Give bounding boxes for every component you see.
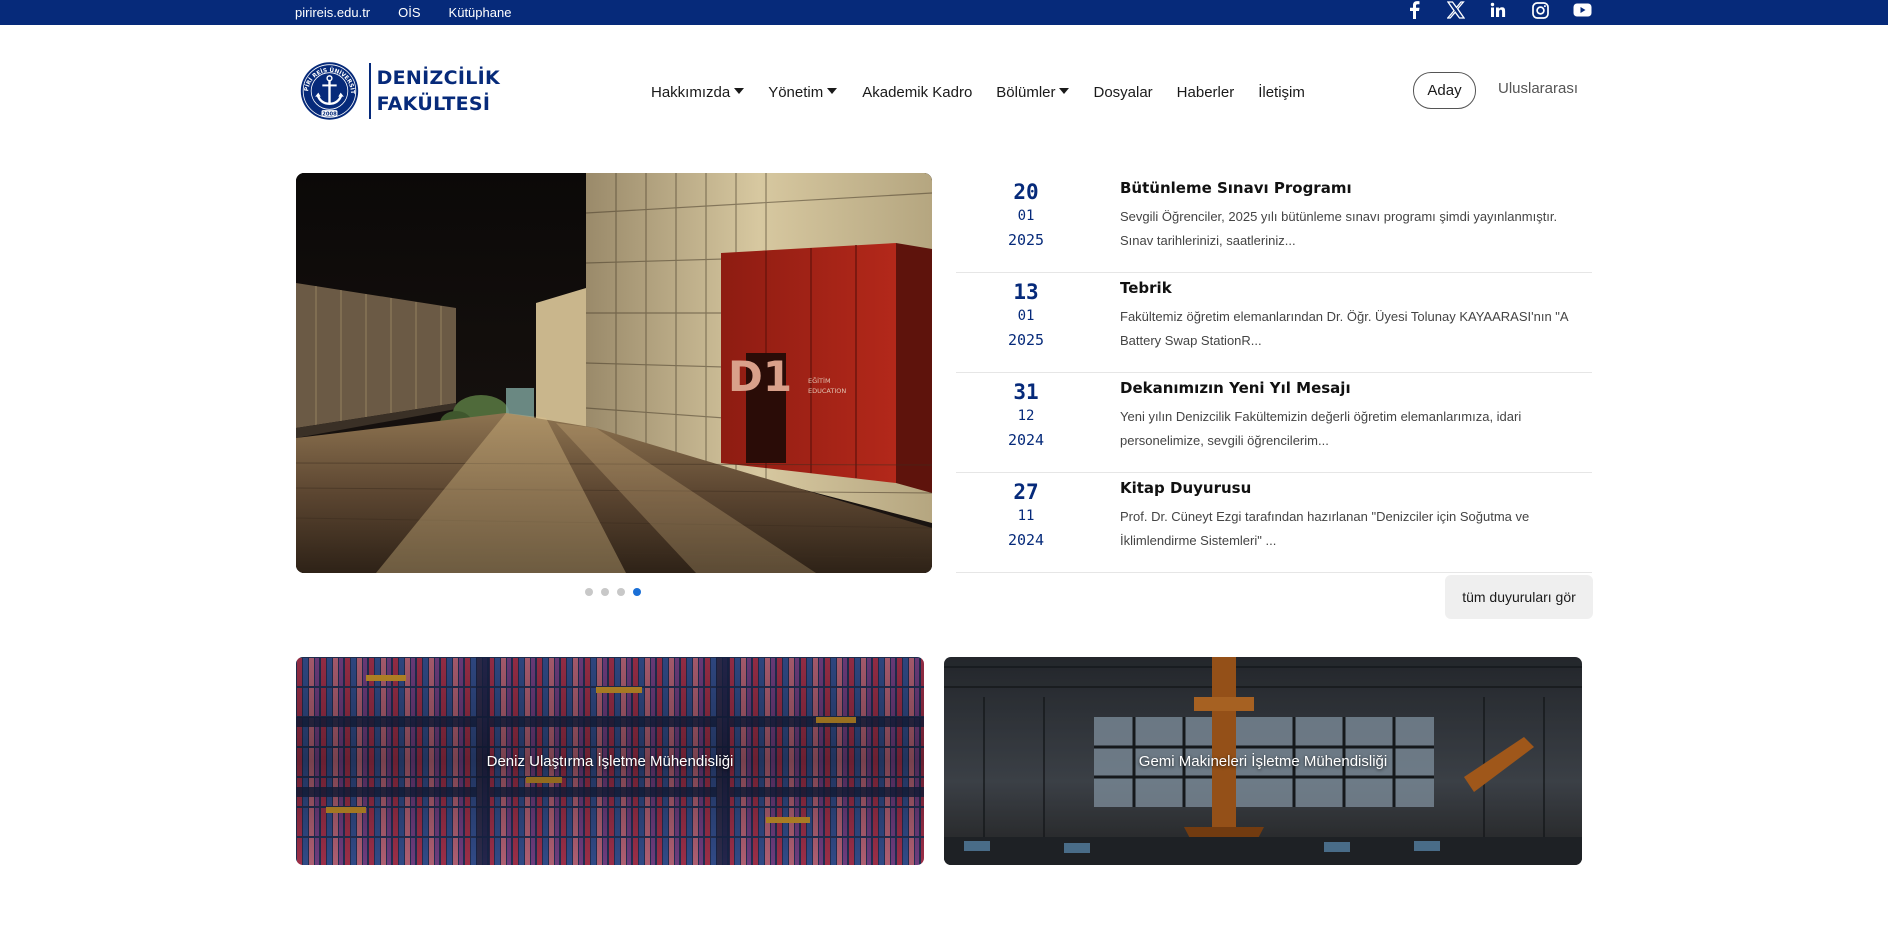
carousel-dot-1[interactable] <box>585 588 593 596</box>
news-day: 20 <box>1013 180 1039 204</box>
social-links <box>1403 0 1593 20</box>
program-title: Gemi Makineleri İşletme Mühendisliği <box>1138 753 1388 770</box>
news-day: 27 <box>1013 480 1039 504</box>
nav-item-bolumler[interactable]: Bölümler <box>996 84 1070 101</box>
news-date: 31 12 2024 <box>956 377 1096 472</box>
news-year: 2025 <box>1007 331 1045 349</box>
news-date: 13 01 2025 <box>956 277 1096 372</box>
program-title: Deniz Ulaştırma İşletme Mühendisliği <box>486 753 734 770</box>
faculty-logo[interactable]: PİRİ REİS ÜNİVERSİTESİ 2008 DENİZCİLİK F… <box>300 53 500 129</box>
d1-sign-line1: EĞİTİM <box>808 376 831 385</box>
announcements-list: 20 01 2025 Bütünleme Sınavı Programı Sev… <box>956 173 1592 573</box>
carousel-dot-4[interactable] <box>633 588 641 596</box>
uluslararasi-link[interactable]: Uluslararası <box>1498 80 1578 97</box>
aday-button[interactable]: Aday <box>1413 72 1476 109</box>
news-title[interactable]: Kitap Duyurusu <box>1120 477 1592 499</box>
d1-sign: D1 <box>728 352 792 401</box>
carousel-dot-3[interactable] <box>617 588 625 596</box>
university-seal-icon: PİRİ REİS ÜNİVERSİTESİ 2008 <box>300 57 359 120</box>
x-icon[interactable] <box>1445 0 1467 20</box>
news-month: 01 <box>1017 308 1035 324</box>
list-item[interactable]: 31 12 2024 Dekanımızın Yeni Yıl Mesajı Y… <box>956 373 1592 473</box>
news-excerpt: Yeni yılın Denizcilik Fakültemizin değer… <box>1120 409 1522 448</box>
news-excerpt: Prof. Dr. Cüneyt Ezgi tarafından hazırla… <box>1120 509 1530 548</box>
top-link-kutuphane[interactable]: Kütüphane <box>449 5 512 20</box>
campus-night-photo: D1 EĞİTİM EDUCATION <box>296 173 932 573</box>
facebook-icon[interactable] <box>1403 0 1425 20</box>
news-month: 01 <box>1017 208 1035 224</box>
top-link-pirireis[interactable]: pirireis.edu.tr <box>295 5 370 20</box>
news-month: 12 <box>1017 408 1035 424</box>
chevron-down-icon <box>734 87 745 94</box>
chevron-down-icon <box>1059 87 1070 94</box>
program-card-gemi-makineleri[interactable]: Gemi Makineleri İşletme Mühendisliği <box>944 657 1582 865</box>
nav-item-yonetim[interactable]: Yönetim <box>768 84 838 101</box>
news-day: 31 <box>1013 380 1039 404</box>
news-title[interactable]: Dekanımızın Yeni Yıl Mesajı <box>1120 377 1592 399</box>
hero-carousel[interactable]: D1 EĞİTİM EDUCATION <box>296 173 932 573</box>
carousel-dots <box>585 588 641 596</box>
list-item[interactable]: 20 01 2025 Bütünleme Sınavı Programı Sev… <box>956 173 1592 273</box>
faculty-name-line1: DENİZCİLİK <box>376 67 500 89</box>
top-bar: pirireis.edu.tr OİS Kütüphane <box>0 0 1888 25</box>
news-year: 2025 <box>1007 231 1045 249</box>
main-nav: Hakkımızda Yönetim Akademik Kadro Bölüml… <box>651 80 1305 104</box>
news-date: 20 01 2025 <box>956 177 1096 272</box>
news-excerpt: Sevgili Öğrenciler, 2025 yılı bütünleme … <box>1120 209 1558 248</box>
news-date: 27 11 2024 <box>956 477 1096 572</box>
nav-item-akademik-kadro[interactable]: Akademik Kadro <box>862 84 972 101</box>
chevron-down-icon <box>827 87 838 94</box>
d1-sign-line2: EDUCATION <box>808 387 846 395</box>
youtube-icon[interactable] <box>1571 0 1593 20</box>
linkedin-icon[interactable] <box>1487 0 1509 20</box>
news-month: 11 <box>1017 508 1035 524</box>
news-day: 13 <box>1013 280 1039 304</box>
news-year: 2024 <box>1007 531 1045 549</box>
logo-divider <box>368 63 371 119</box>
instagram-icon[interactable] <box>1529 0 1551 20</box>
news-year: 2024 <box>1007 431 1045 449</box>
news-title[interactable]: Tebrik <box>1120 277 1592 299</box>
news-excerpt: Fakültemiz öğretim elemanlarından Dr. Öğ… <box>1120 309 1569 348</box>
top-links: pirireis.edu.tr OİS Kütüphane <box>295 0 511 25</box>
carousel-dot-2[interactable] <box>601 588 609 596</box>
list-item[interactable]: 13 01 2025 Tebrik Fakültemiz öğretim ele… <box>956 273 1592 373</box>
seal-year: 2008 <box>322 111 337 117</box>
nav-item-dosyalar[interactable]: Dosyalar <box>1093 84 1152 101</box>
faculty-name: DENİZCİLİK FAKÜLTESİ <box>377 65 500 117</box>
program-card-deniz-ulastirma[interactable]: Deniz Ulaştırma İşletme Mühendisliği <box>296 657 924 865</box>
all-announcements-button[interactable]: tüm duyuruları gör <box>1445 575 1593 619</box>
news-title[interactable]: Bütünleme Sınavı Programı <box>1120 177 1592 199</box>
faculty-name-line2: FAKÜLTESİ <box>376 93 491 115</box>
list-item[interactable]: 27 11 2024 Kitap Duyurusu Prof. Dr. Cüne… <box>956 473 1592 573</box>
top-link-ois[interactable]: OİS <box>398 5 420 20</box>
nav-item-haberler[interactable]: Haberler <box>1177 84 1235 101</box>
nav-item-iletisim[interactable]: İletişim <box>1258 84 1305 101</box>
nav-item-hakkimizda[interactable]: Hakkımızda <box>651 84 745 101</box>
